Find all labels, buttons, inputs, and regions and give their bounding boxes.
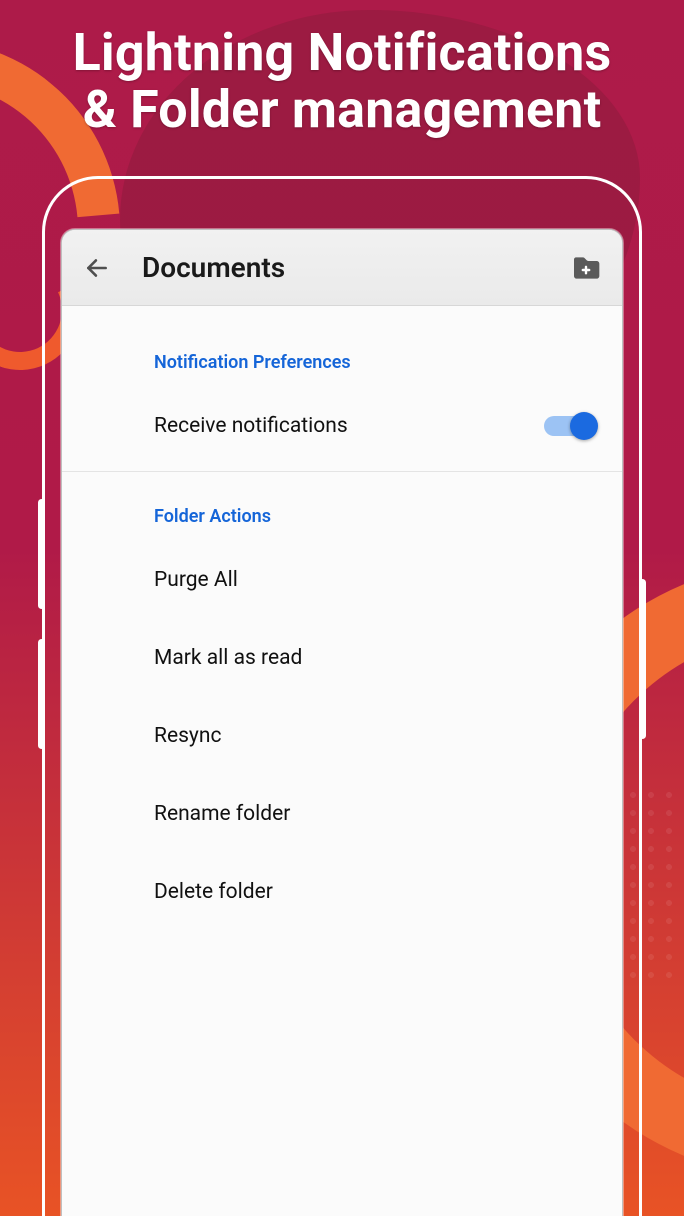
app-screen: Documents Notification Preferences Recei… — [61, 229, 623, 1216]
headline-line1: Lightning Notifications — [73, 22, 612, 83]
row-receive-notifications[interactable]: Receive notifications — [62, 387, 622, 465]
row-resync[interactable]: Resync — [62, 697, 622, 775]
new-folder-button[interactable] — [568, 252, 604, 284]
headline-line2: & Folder management — [83, 79, 602, 140]
app-bar: Documents — [62, 230, 622, 306]
back-button[interactable] — [80, 251, 114, 285]
section-header-notifications: Notification Preferences — [62, 318, 622, 387]
settings-list: Notification Preferences Receive notific… — [62, 306, 622, 931]
toggle-receive-notifications[interactable] — [544, 416, 594, 436]
phone-side-button — [639, 579, 646, 739]
row-label: Receive notifications — [154, 414, 544, 438]
row-label: Mark all as read — [154, 646, 594, 670]
promo-background: Lightning Notifications & Folder managem… — [0, 0, 684, 1216]
promo-headline: Lightning Notifications & Folder managem… — [0, 24, 684, 138]
section-header-folder-actions: Folder Actions — [62, 472, 622, 541]
row-delete-folder[interactable]: Delete folder — [62, 853, 622, 931]
page-title: Documents — [142, 251, 285, 284]
row-label: Rename folder — [154, 802, 594, 826]
row-purge-all[interactable]: Purge All — [62, 541, 622, 619]
folder-plus-icon — [570, 254, 602, 282]
phone-side-button — [38, 499, 45, 609]
row-label: Purge All — [154, 568, 594, 592]
phone-frame: Documents Notification Preferences Recei… — [42, 176, 642, 1216]
row-mark-all-read[interactable]: Mark all as read — [62, 619, 622, 697]
row-label: Resync — [154, 724, 594, 748]
arrow-left-icon — [84, 255, 110, 281]
phone-side-button — [38, 639, 45, 749]
row-rename-folder[interactable]: Rename folder — [62, 775, 622, 853]
row-label: Delete folder — [154, 880, 594, 904]
